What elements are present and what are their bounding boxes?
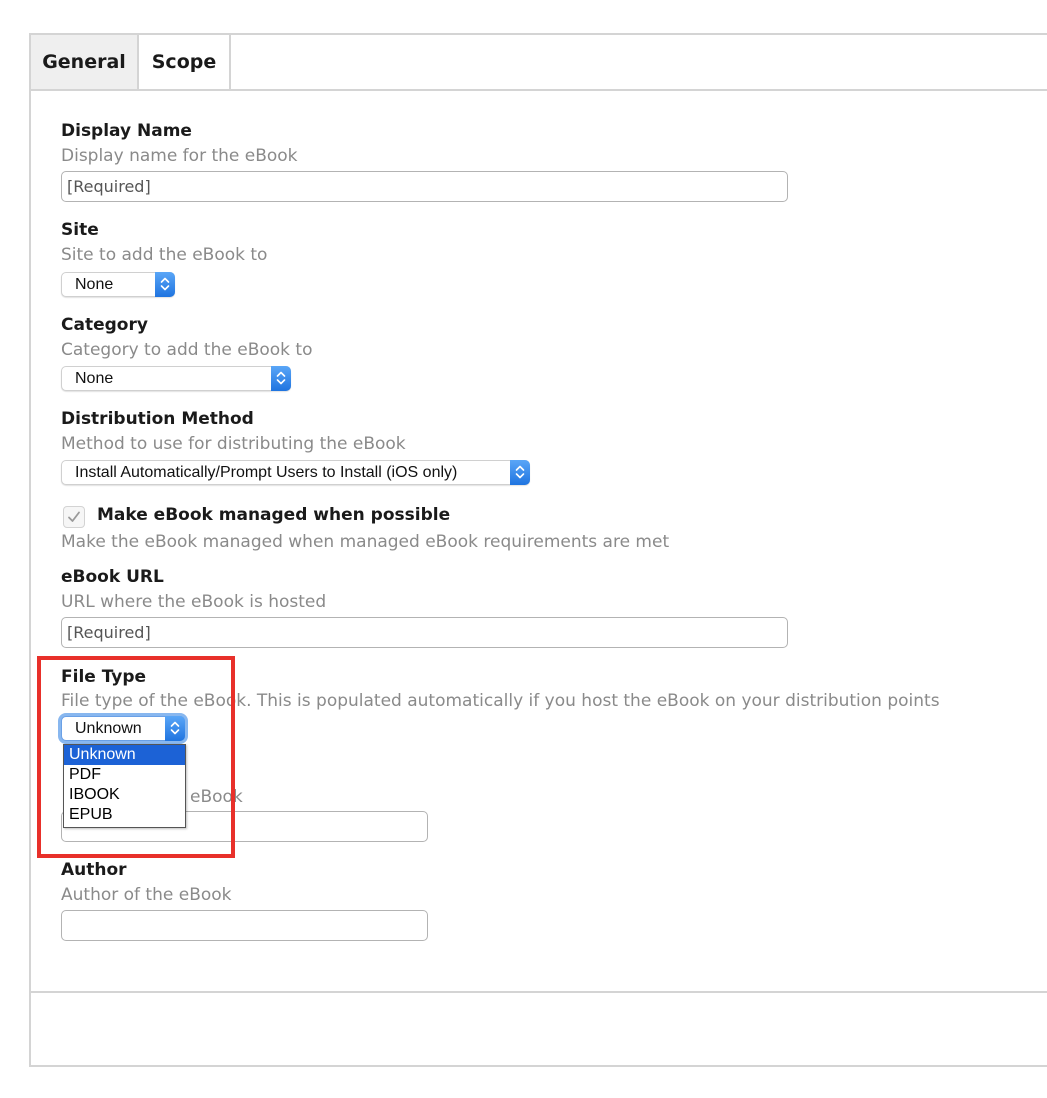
- managed-checkbox[interactable]: [63, 506, 85, 528]
- category-select[interactable]: None: [61, 366, 291, 391]
- ebook-url-help: URL where the eBook is hosted: [61, 592, 327, 612]
- managed-help: Make the eBook managed when managed eBoo…: [61, 532, 670, 552]
- author-help: Author of the eBook: [61, 885, 232, 905]
- display-name-help: Display name for the eBook: [61, 146, 298, 166]
- distribution-select-value: Install Automatically/Prompt Users to In…: [75, 464, 458, 481]
- author-label: Author: [61, 860, 127, 880]
- site-help: Site to add the eBook to: [61, 245, 268, 265]
- category-help: Category to add the eBook to: [61, 340, 313, 360]
- tab-scope[interactable]: Scope: [139, 35, 231, 89]
- category-select-value: None: [75, 370, 114, 387]
- chevron-up-down-icon: [155, 272, 175, 297]
- ebook-url-label: eBook URL: [61, 567, 164, 587]
- managed-label: Make eBook managed when possible: [97, 505, 451, 525]
- chevron-up-down-icon: [271, 366, 291, 391]
- display-name-input[interactable]: [61, 171, 788, 202]
- ebook-url-input[interactable]: [61, 617, 788, 648]
- site-select-value: None: [75, 276, 114, 293]
- site-select[interactable]: None: [61, 272, 175, 297]
- distribution-label: Distribution Method: [61, 409, 254, 429]
- author-input[interactable]: [61, 910, 428, 941]
- tab-bar: General Scope: [31, 35, 1047, 91]
- distribution-select[interactable]: Install Automatically/Prompt Users to In…: [61, 460, 530, 485]
- footer-divider: [31, 991, 1047, 993]
- display-name-label: Display Name: [61, 121, 192, 141]
- annotation-highlight-box: [37, 656, 235, 858]
- chevron-up-down-icon: [510, 460, 530, 485]
- category-label: Category: [61, 315, 148, 335]
- distribution-help: Method to use for distributing the eBook: [61, 434, 406, 454]
- site-label: Site: [61, 220, 99, 240]
- tab-general[interactable]: General: [31, 35, 139, 89]
